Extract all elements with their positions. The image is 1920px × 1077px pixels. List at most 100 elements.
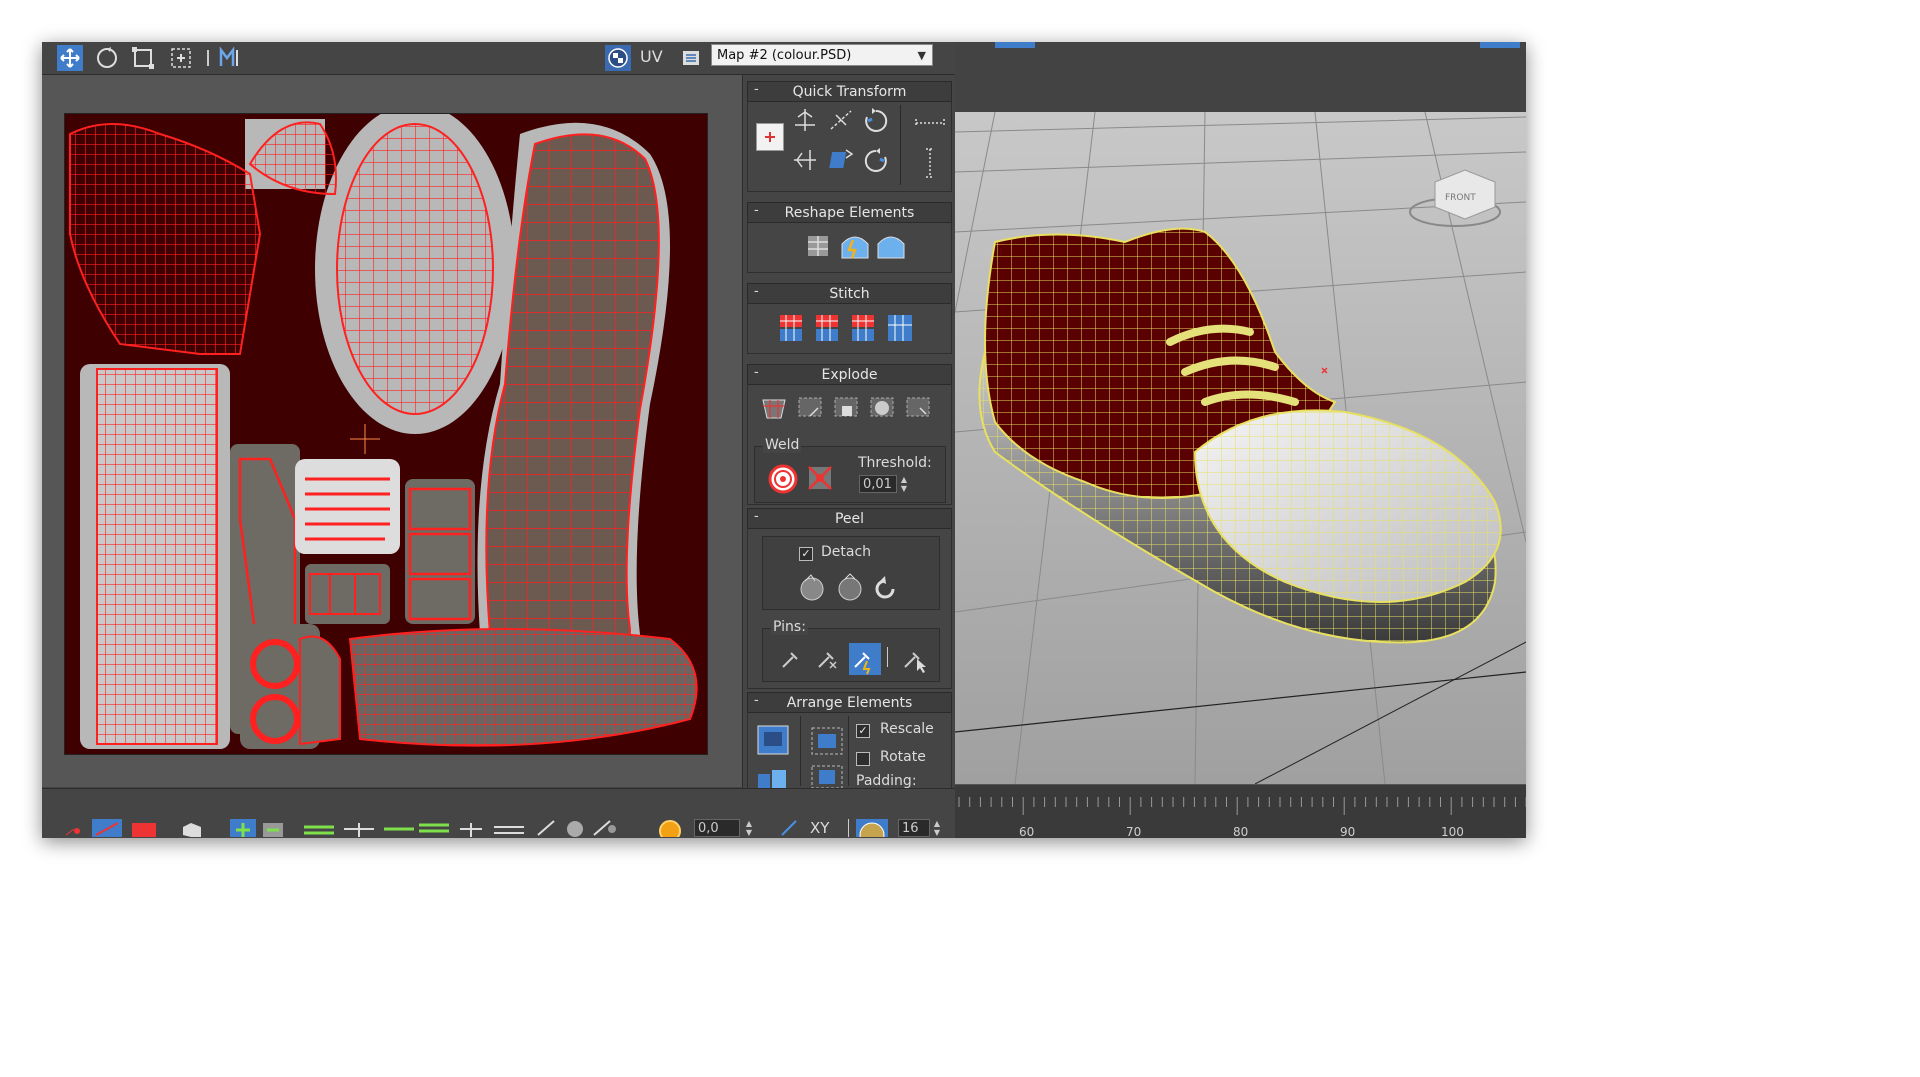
- pack-normalize-icon[interactable]: [756, 724, 790, 756]
- ring-grow-icon[interactable]: [382, 819, 416, 837]
- reshape-elements-title: Reshape Elements: [784, 204, 915, 221]
- loop-select-icon[interactable]: [492, 819, 526, 837]
- timeline-tick-60: 60: [1019, 825, 1035, 838]
- element-mode-icon[interactable]: [177, 819, 207, 837]
- stitch-body: [747, 303, 952, 354]
- paint-select-icon[interactable]: [534, 819, 564, 837]
- texel-mode-button[interactable]: [856, 819, 888, 838]
- shrink-selection-icon[interactable]: [260, 819, 286, 837]
- map-select-value: Map #2 (colour.PSD): [717, 47, 852, 63]
- rotate-ccw-icon[interactable]: [862, 147, 890, 175]
- weld-target-icon[interactable]: [767, 463, 799, 495]
- stitch-header[interactable]: - Stitch: [747, 283, 952, 304]
- grow-selection-button[interactable]: [230, 819, 256, 837]
- unpin-icon[interactable]: [815, 647, 839, 671]
- divider: [848, 819, 849, 837]
- map-select-dropdown[interactable]: Map #2 (colour.PSD) ▼: [711, 44, 933, 66]
- quick-transform-header[interactable]: - Quick Transform: [747, 81, 952, 102]
- xy-label[interactable]: XY: [810, 819, 829, 837]
- rotate-cw-icon[interactable]: [862, 107, 890, 135]
- polygon-mode-button[interactable]: [132, 823, 156, 837]
- flatten-by-material-icon[interactable]: [832, 394, 860, 420]
- soft-selection-value[interactable]: 0,0: [694, 819, 740, 837]
- rotate-tool-button[interactable]: [94, 45, 120, 71]
- pins-label: Pins:: [771, 619, 808, 635]
- active-tab-indicator[interactable]: [1480, 42, 1520, 48]
- flip-icon[interactable]: [828, 147, 854, 173]
- align-vertical-icon[interactable]: [792, 147, 818, 173]
- threshold-input[interactable]: 0,01: [859, 475, 897, 493]
- falloff-curve-icon[interactable]: [778, 819, 802, 837]
- arrange-options-group: ✓ Rescale Rotate Padding:: [852, 712, 944, 789]
- stitch-to-source-icon[interactable]: [778, 313, 808, 343]
- divider: [900, 105, 901, 185]
- collapse-icon: -: [754, 82, 759, 97]
- reshape-elements-header[interactable]: - Reshape Elements: [747, 202, 952, 223]
- flatten-by-polygon-icon[interactable]: [868, 394, 896, 420]
- threshold-spinner-arrows[interactable]: ▲ ▼: [899, 475, 909, 493]
- move-tool-icon: [60, 48, 80, 68]
- pack-rescale-icon[interactable]: [810, 764, 844, 790]
- edge-mode-button[interactable]: [92, 819, 122, 837]
- align-horizontal-icon[interactable]: [792, 107, 818, 133]
- brush-size-icon[interactable]: [562, 819, 588, 837]
- stitch-to-target-icon[interactable]: [850, 313, 880, 343]
- pin-icon[interactable]: [779, 647, 803, 671]
- relax-tool-icon[interactable]: [876, 232, 906, 260]
- rotate-label: Rotate: [880, 749, 926, 765]
- freeform-tool-button[interactable]: [168, 45, 194, 71]
- set-pivot-button[interactable]: [756, 123, 784, 151]
- straighten-icon[interactable]: [828, 107, 854, 133]
- select-pins-icon[interactable]: [901, 647, 929, 673]
- stitch-average-icon[interactable]: [814, 313, 844, 343]
- timeline-ruler[interactable]: 60 70 80 90 100: [955, 784, 1526, 838]
- straighten-selection-icon[interactable]: [804, 232, 832, 260]
- vertex-mode-icon[interactable]: [62, 819, 92, 837]
- uv-editor-area[interactable]: [42, 75, 742, 787]
- flatten-by-smoothing-icon[interactable]: [796, 394, 824, 420]
- move-tool-button[interactable]: [57, 45, 83, 71]
- rescale-checkbox[interactable]: ✓: [856, 724, 870, 738]
- uv-canvas[interactable]: [64, 104, 708, 755]
- count-field[interactable]: 16: [898, 819, 930, 837]
- quick-transform-title: Quick Transform: [792, 83, 907, 100]
- pack-together-icon[interactable]: [756, 764, 790, 790]
- mirror-button[interactable]: [218, 45, 244, 71]
- auto-pin-button[interactable]: [849, 643, 881, 675]
- rotate-checkbox[interactable]: [856, 752, 870, 766]
- pack-custom-icon[interactable]: [810, 726, 844, 756]
- active-tab-indicator[interactable]: [995, 42, 1035, 48]
- peel-header[interactable]: - Peel: [747, 508, 952, 529]
- pivot-icon: [765, 132, 775, 142]
- divider: [887, 647, 888, 667]
- peel-title: Peel: [834, 510, 865, 527]
- collapse-icon: -: [754, 693, 759, 708]
- explode-header[interactable]: - Explode: [747, 364, 952, 385]
- soft-selection-spinner[interactable]: ▲ ▼: [744, 819, 754, 837]
- explode-body: Weld Threshold: 0,01 ▲ ▼: [747, 384, 952, 505]
- ring-shrink-icon[interactable]: [454, 819, 488, 837]
- break-icon[interactable]: [760, 394, 788, 420]
- relax-icon[interactable]: [840, 232, 870, 260]
- detach-checkbox[interactable]: ✓: [799, 547, 813, 561]
- perspective-viewport[interactable]: FRONT: [955, 112, 1526, 784]
- peel-mode-icon[interactable]: [835, 573, 865, 603]
- space-vertical-icon[interactable]: [922, 147, 938, 179]
- pins-group: Pins:: [762, 619, 940, 682]
- ring-select-icon[interactable]: [417, 819, 451, 837]
- flatten-custom-icon[interactable]: [904, 394, 932, 420]
- loop-shrink-icon[interactable]: [342, 819, 376, 837]
- space-horizontal-icon[interactable]: [914, 115, 946, 131]
- checker-map-button[interactable]: [605, 45, 631, 71]
- brush-falloff-icon[interactable]: [590, 819, 620, 837]
- arrange-elements-header[interactable]: - Arrange Elements: [747, 692, 952, 713]
- scale-tool-button[interactable]: [130, 45, 156, 71]
- loop-grow-icon[interactable]: [302, 819, 336, 837]
- stitch-custom-icon[interactable]: [886, 313, 916, 343]
- soft-selection-icon[interactable]: [656, 819, 684, 837]
- reset-peel-icon[interactable]: [871, 573, 901, 603]
- weld-selected-icon[interactable]: [805, 463, 837, 495]
- quick-peel-icon[interactable]: [797, 573, 827, 603]
- count-spinner[interactable]: ▲ ▼: [932, 819, 942, 837]
- uv-options-button[interactable]: [678, 45, 704, 71]
